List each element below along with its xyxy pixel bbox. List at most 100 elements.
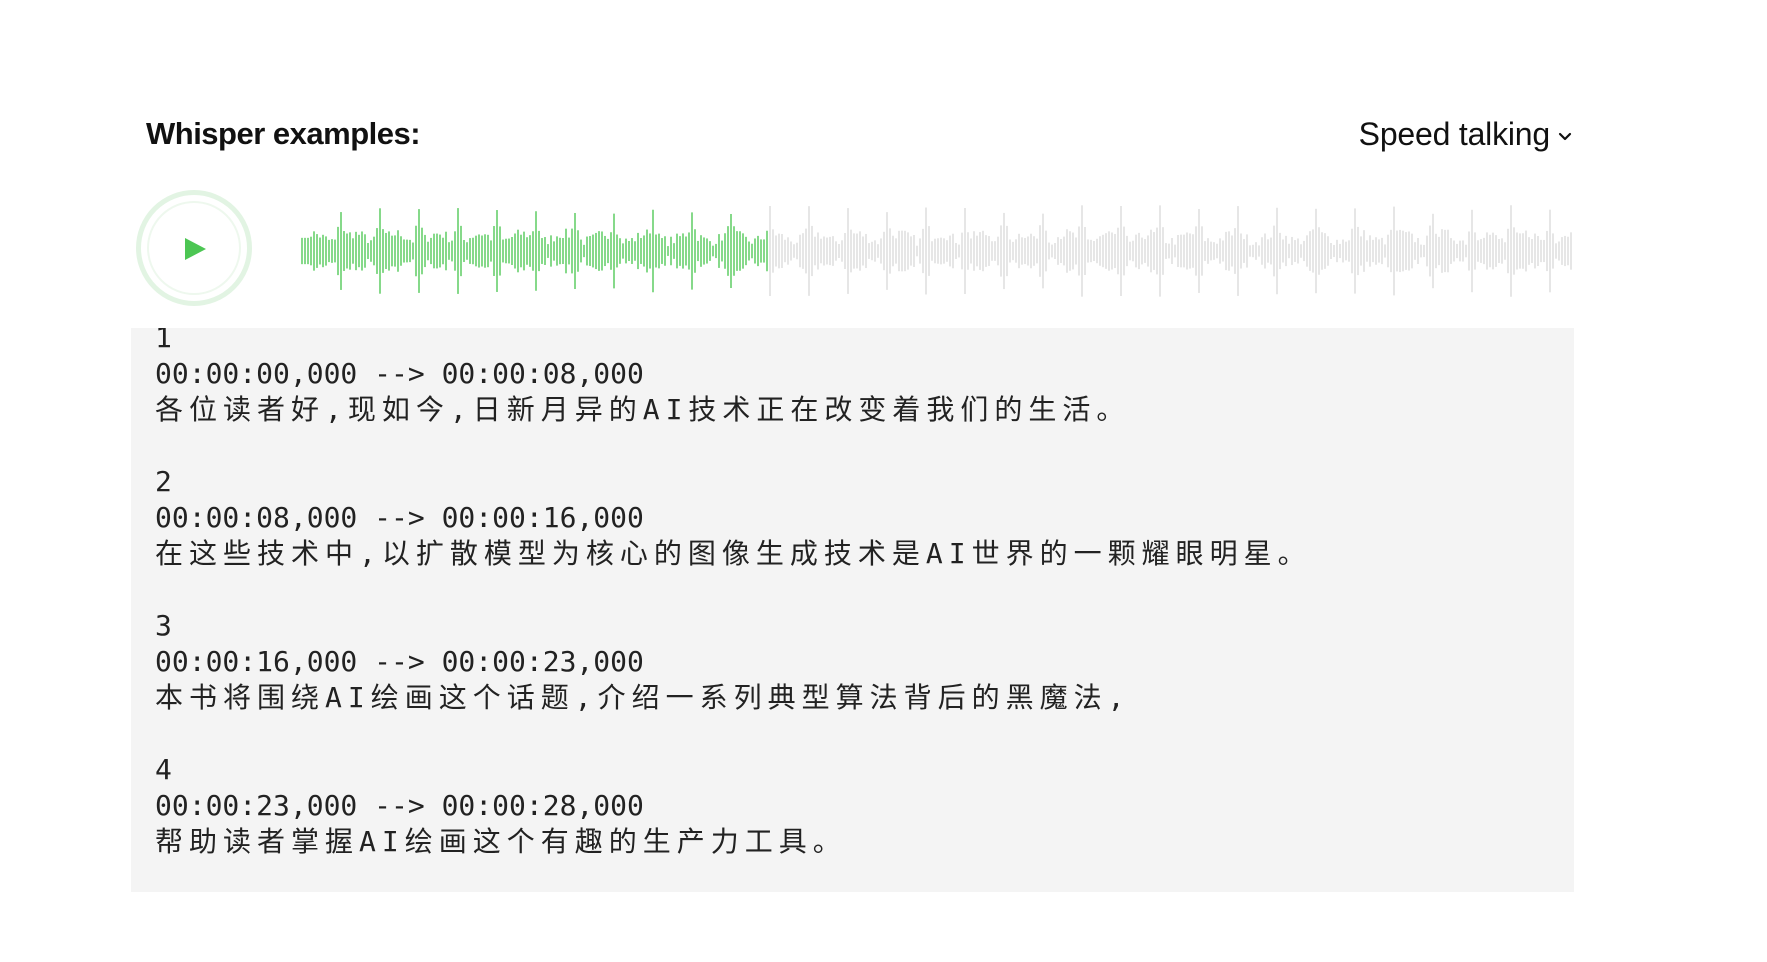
waveform-bar (1384, 244, 1386, 258)
waveform-bar (361, 231, 363, 271)
waveform-bar (1285, 235, 1287, 267)
waveform-bar (880, 238, 882, 264)
waveform-bar (1504, 242, 1506, 260)
waveform-bar (934, 238, 936, 264)
segment-index: 4 (155, 753, 172, 786)
waveform-bar (1357, 226, 1359, 276)
waveform-bar (1147, 235, 1149, 267)
waveform-bar (331, 239, 333, 263)
waveform-bar (412, 242, 414, 260)
waveform-bar (523, 231, 525, 271)
chevron-down-icon[interactable] (1556, 128, 1574, 146)
waveform-bar (1135, 234, 1137, 268)
waveform-bar (544, 237, 546, 265)
waveform-bar (997, 236, 999, 266)
waveform-bar (1015, 239, 1017, 263)
waveform-bar (853, 233, 855, 269)
waveform-bar (1270, 237, 1272, 265)
waveform-bar (1528, 237, 1530, 265)
waveform-bar (1021, 237, 1023, 265)
waveform-bar (658, 233, 660, 269)
waveform-bar (727, 226, 729, 276)
waveform-bar (769, 206, 771, 296)
waveform-bar (1156, 227, 1158, 275)
waveform-bar (451, 240, 453, 262)
waveform-bar (1243, 239, 1245, 263)
waveform-bar (442, 237, 444, 265)
waveform-bar (1453, 240, 1455, 262)
waveform-bar (1495, 235, 1497, 267)
waveform-bar (364, 234, 366, 268)
waveform-bar (1168, 243, 1170, 259)
waveform-bar (1363, 230, 1365, 272)
waveform-bar (1057, 237, 1059, 265)
waveform-bar (520, 234, 522, 268)
waveform-bar (478, 234, 480, 268)
waveform-bar (649, 233, 651, 269)
waveform-bar (886, 212, 888, 290)
waveform-bar (466, 242, 468, 260)
waveform-bar (1024, 237, 1026, 265)
waveform-bar (1237, 206, 1239, 296)
waveform-bar (784, 239, 786, 263)
waveform-bar (598, 231, 600, 271)
waveform-bar (499, 226, 501, 276)
waveform-bar (667, 246, 669, 256)
speed-select-dropdown[interactable]: Speed talking (1359, 116, 1574, 153)
waveform-bar (970, 238, 972, 264)
waveform-bar (397, 230, 399, 272)
waveform-bar (559, 237, 561, 265)
waveform-bar (1033, 236, 1035, 266)
waveform-bar (856, 233, 858, 269)
waveform-bar (1306, 235, 1308, 267)
waveform-bar (1507, 228, 1509, 274)
waveform-bar (1423, 244, 1425, 258)
speed-select-label[interactable]: Speed talking (1359, 116, 1551, 153)
waveform-bar (595, 232, 597, 270)
waveform-bar (403, 239, 405, 263)
waveform-bar (1060, 239, 1062, 263)
waveform-bar (1000, 225, 1002, 277)
waveform-bar (370, 240, 372, 262)
waveform-bar (469, 238, 471, 264)
waveform-bar (1351, 228, 1353, 274)
waveform-bar (415, 225, 417, 277)
waveform-bar (901, 230, 903, 272)
waveform-bar (1309, 231, 1311, 271)
waveform-bar (511, 237, 513, 265)
play-icon[interactable] (185, 238, 206, 260)
waveform-bar (1396, 230, 1398, 272)
transcript-segment: 3 00:00:16,000 --> 00:00:23,000 本书将围绕AI绘… (155, 608, 1550, 716)
waveform-bar (1195, 226, 1197, 276)
waveform-bar (1018, 233, 1020, 269)
waveform-bar (1174, 244, 1176, 258)
waveform-bar (1519, 233, 1521, 269)
waveform-bar (352, 238, 354, 264)
waveform-bar (577, 230, 579, 272)
waveform-bar (775, 235, 777, 267)
section-title: Whisper examples: (146, 116, 421, 151)
audio-waveform[interactable] (301, 204, 1574, 298)
waveform-bar (1123, 226, 1125, 276)
waveform-bar (964, 207, 966, 295)
waveform-bar (529, 235, 531, 267)
waveform-bar (307, 237, 309, 265)
waveform-bar (400, 236, 402, 266)
waveform-bar (301, 237, 303, 265)
waveform-bar (679, 236, 681, 266)
play-button[interactable] (136, 190, 252, 306)
waveform-bar (1567, 236, 1569, 266)
waveform-bar (943, 238, 945, 264)
waveform-bar (868, 243, 870, 259)
waveform-bar (391, 235, 393, 267)
waveform-bar (631, 238, 633, 264)
waveform-bar (826, 237, 828, 265)
waveform-bar (1225, 231, 1227, 271)
waveform-bar (661, 238, 663, 264)
waveform-bar (1477, 240, 1479, 262)
audio-player (136, 190, 1574, 308)
waveform-bar (1171, 238, 1173, 264)
waveform-bar (961, 232, 963, 270)
waveform-bar (1333, 244, 1335, 258)
waveform-bar (604, 235, 606, 267)
